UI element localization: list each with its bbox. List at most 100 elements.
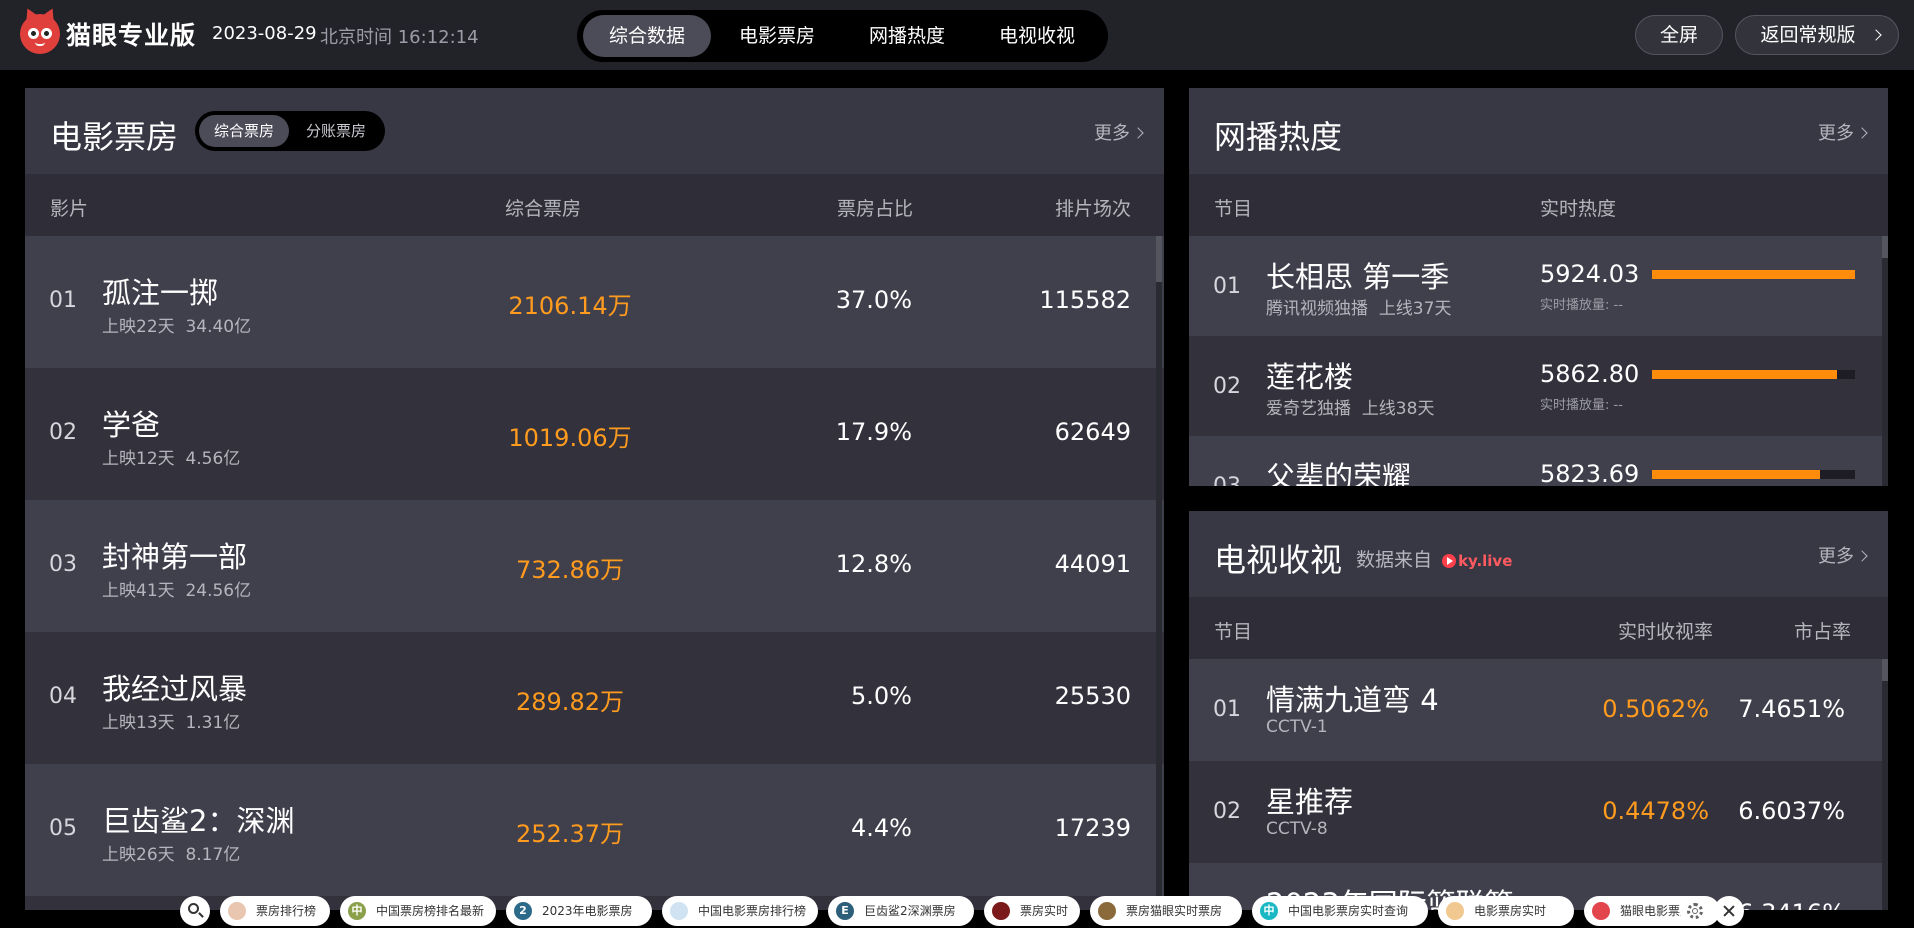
col-box-share: 票房占比 xyxy=(837,198,914,220)
scrollbar-thumb[interactable] xyxy=(1882,236,1888,258)
screenings-value: 25530 xyxy=(1054,682,1131,710)
box-office-title: 电影票房 xyxy=(50,118,179,156)
list-item[interactable]: 01 长相思 第一季 腾讯视频独播 上线37天 5924.03 实时播放量: -… xyxy=(1189,236,1888,336)
close-icon[interactable] xyxy=(1714,896,1744,926)
combined-box-value: 252.37万 xyxy=(516,820,624,848)
web-heat-more-link[interactable]: 更多 xyxy=(1818,119,1868,145)
heat-bar-fill xyxy=(1652,370,1837,379)
col-program: 节目 xyxy=(1214,198,1253,220)
grid-thumb-icon xyxy=(1446,902,1464,920)
gear-icon[interactable] xyxy=(1680,896,1710,926)
box-office-more-link[interactable]: 更多 xyxy=(1094,119,1144,145)
col-realtime-heat: 实时热度 xyxy=(1540,198,1617,220)
heat-bar xyxy=(1652,370,1855,379)
heat-bar xyxy=(1652,470,1855,479)
app-thumb-icon xyxy=(1592,902,1610,920)
chevron-right-icon xyxy=(1132,127,1144,139)
search-tag-label: 票房实时 xyxy=(1020,904,1069,918)
col-film: 影片 xyxy=(50,198,89,220)
market-share-value: 7.4651% xyxy=(1738,695,1845,723)
tv-ratings-more-link[interactable]: 更多 xyxy=(1818,542,1868,568)
heat-bar-fill xyxy=(1652,470,1821,479)
cumulative-box: 8.17亿 xyxy=(185,845,241,865)
search-tag[interactable]: 2 2023年电影票房 xyxy=(506,896,652,926)
tab-box-office[interactable]: 电影票房 xyxy=(713,15,841,57)
table-row[interactable]: 04 我经过风暴 上映13天 1.31亿 289.82万 5.0% 25530 xyxy=(25,632,1164,764)
release-days: 上映26天 xyxy=(102,845,175,865)
search-tag[interactable]: 票房实时 xyxy=(984,896,1080,926)
program-meta: 腾讯视频独播 上线37天 xyxy=(1266,294,1451,319)
film-meta: 上映22天 34.40亿 xyxy=(102,312,251,337)
film-name: 巨齿鲨2：深渊 xyxy=(102,804,295,838)
rank-number: 01 xyxy=(1213,274,1241,299)
person-thumb-icon xyxy=(1098,902,1116,920)
online-days: 上线37天 xyxy=(1378,299,1452,319)
channel-name: CCTV-8 xyxy=(1266,819,1328,839)
toggle-split-box-office[interactable]: 分账票房 xyxy=(291,115,381,147)
list-item[interactable]: 02 莲花楼 爱奇艺独播 上线38天 5862.80 实时播放量: -- xyxy=(1189,336,1888,436)
search-tag[interactable]: 中中国电影票房实时查询 xyxy=(1252,896,1428,926)
table-row[interactable]: 01 孤注一掷 上映22天 34.40亿 2106.14万 37.0% 1155… xyxy=(25,236,1164,368)
brand-name: 猫眼专业版 xyxy=(66,21,197,50)
search-tag-label: 票房猫眼实时票房 xyxy=(1126,904,1223,918)
list-item[interactable]: 02 星推荐 CCTV-8 0.4478% 6.6037% xyxy=(1189,761,1888,863)
release-days: 上映22天 xyxy=(102,317,175,337)
related-search-bar: 票房排行榜中中国票房榜排名最新 2 2023年电影票房 中国电影票房排行榜 E 巨齿鲨2深… xyxy=(180,896,1744,926)
search-icon[interactable] xyxy=(180,896,210,926)
channel-name: CCTV-1 xyxy=(1266,717,1328,737)
scrollbar-thumb[interactable] xyxy=(1156,236,1162,282)
program-meta: 爱奇艺独播 上线38天 xyxy=(1266,394,1434,419)
box-office-scrollbar[interactable] xyxy=(1156,236,1162,910)
table-row[interactable]: 02 学爸 上映12天 4.56亿 1019.06万 17.9% 62649 xyxy=(25,368,1164,500)
col-screenings: 排片场次 xyxy=(1055,198,1132,220)
search-tag[interactable]: 中国电影票房排行榜 xyxy=(662,896,818,926)
back-to-classic-label: 返回常规版 xyxy=(1760,24,1856,46)
box-share-value: 37.0% xyxy=(835,286,912,314)
rank-number: 02 xyxy=(1213,799,1241,824)
scrollbar-thumb[interactable] xyxy=(1882,659,1888,681)
search-tag[interactable]: 电影票房实时 xyxy=(1438,896,1574,926)
search-tag[interactable]: 票房排行榜 xyxy=(220,896,330,926)
toggle-combined-box-office[interactable]: 综合票房 xyxy=(199,115,289,147)
col-combined-box: 综合票房 xyxy=(505,198,582,220)
tv-ratings-table-header: 节目 实时收视率 市占率 xyxy=(1189,597,1888,659)
search-tag[interactable]: 中中国票房榜排名最新 xyxy=(340,896,496,926)
tv-ratings-scrollbar[interactable] xyxy=(1882,659,1888,910)
cumulative-box: 1.31亿 xyxy=(185,713,241,733)
kylive-logo-icon: ky.live xyxy=(1442,552,1512,570)
more-label: 更多 xyxy=(1818,123,1854,144)
search-tag[interactable]: E 巨齿鲨2深渊票房 xyxy=(828,896,974,926)
film-meta: 上映12天 4.56亿 xyxy=(102,444,240,469)
chevron-right-icon xyxy=(1856,550,1868,562)
more-label: 更多 xyxy=(1818,546,1854,567)
back-to-classic-button[interactable]: 返回常规版 xyxy=(1735,15,1899,55)
list-item[interactable]: 03 父辈的荣耀 5823.69 xyxy=(1189,436,1888,486)
tab-overview[interactable]: 综合数据 xyxy=(583,15,711,57)
maoyan-logo-icon[interactable] xyxy=(20,5,60,54)
box-share-value: 17.9% xyxy=(835,418,912,446)
fullscreen-button[interactable]: 全屏 xyxy=(1635,15,1723,55)
rank-number: 03 xyxy=(1213,474,1241,486)
list-item[interactable]: 01 情满九道弯 4 CCTV-1 0.5062% 7.4651% xyxy=(1189,659,1888,761)
tab-tv-ratings[interactable]: 电视收视 xyxy=(973,15,1101,57)
heat-bar xyxy=(1652,270,1855,279)
search-tag[interactable]: 票房猫眼实时票房 xyxy=(1090,896,1242,926)
rank-number: 01 xyxy=(49,288,77,313)
release-days: 上映13天 xyxy=(102,713,175,733)
e-badge-icon: E xyxy=(836,902,854,920)
program-name: 情满九道弯 4 xyxy=(1266,683,1439,717)
rank-number: 01 xyxy=(1213,697,1241,722)
combined-box-value: 1019.06万 xyxy=(508,424,632,452)
chevron-right-icon xyxy=(1870,29,1882,41)
main-nav-tabs: 综合数据 电影票房 网播热度 电视收视 xyxy=(577,10,1108,62)
tab-web-heat[interactable]: 网播热度 xyxy=(843,15,971,57)
col-market-share: 市占率 xyxy=(1793,621,1851,643)
web-heat-scrollbar[interactable] xyxy=(1882,236,1888,486)
doc-thumb-icon xyxy=(670,902,688,920)
film-name: 学爸 xyxy=(102,408,161,442)
program-name: 长相思 第一季 xyxy=(1266,260,1450,294)
more-label: 更多 xyxy=(1094,123,1130,144)
table-row[interactable]: 03 封神第一部 上映41天 24.56亿 732.86万 12.8% 4409… xyxy=(25,500,1164,632)
table-row[interactable]: 05 巨齿鲨2：深渊 上映26天 8.17亿 252.37万 4.4% 1723… xyxy=(25,764,1164,896)
rating-value: 0.5062% xyxy=(1602,695,1709,723)
